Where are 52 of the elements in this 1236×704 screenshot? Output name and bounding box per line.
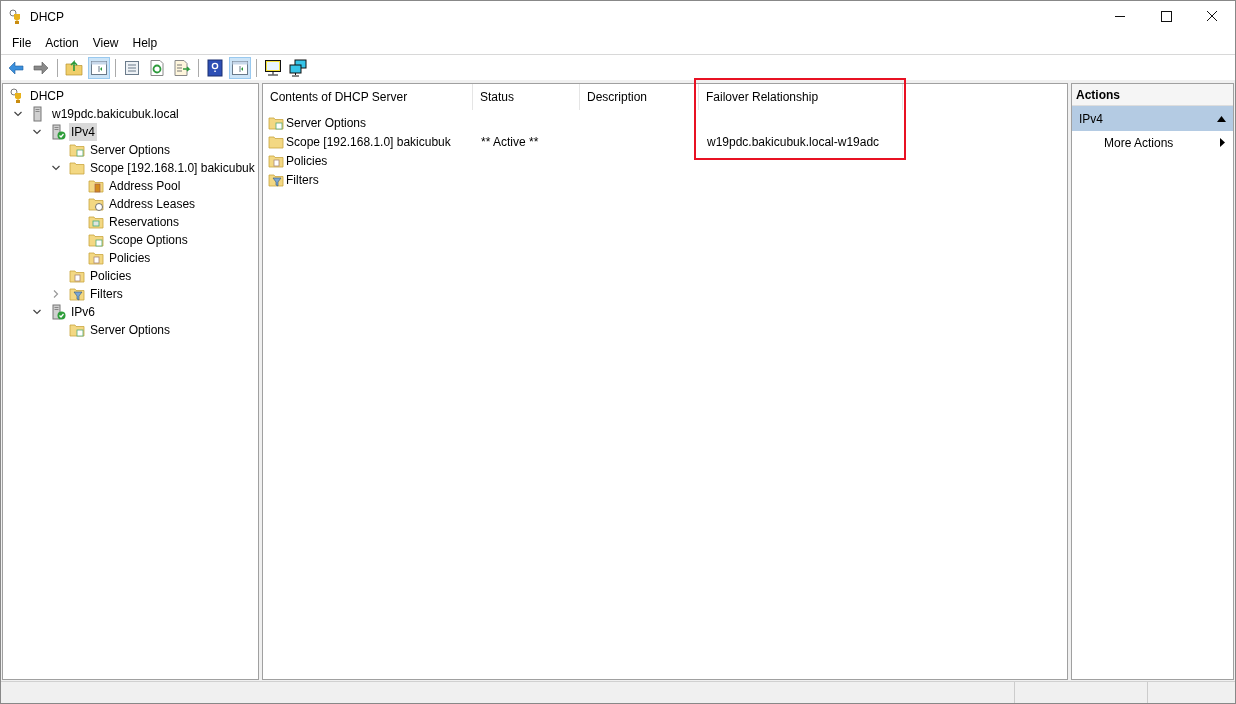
tree-item[interactable]: Address Pool [107,177,183,195]
menu-item[interactable]: Action [38,34,86,52]
list-item[interactable]: Filters [286,170,319,189]
tree-item[interactable]: Scope Options [107,231,190,249]
tree-item[interactable]: Server Options [88,141,173,159]
book-folder-icon [88,178,104,194]
menu-item[interactable]: File [5,34,39,52]
table-cell-text: ** Active ** [481,133,539,151]
tree-item[interactable]: Server Options [88,321,173,339]
clock-folder-icon [88,196,104,212]
action-link[interactable]: More Actions [1104,133,1174,152]
menu-item[interactable]: View [85,34,126,52]
tree-item[interactable]: IPv6 [69,303,97,321]
document-folder-icon [88,214,104,230]
document-folder-icon [88,250,104,266]
document-folder-icon [268,114,284,131]
window-title: DHCP [30,8,64,26]
tree-item[interactable]: DHCP [28,87,66,105]
folder-icon [69,160,85,176]
actions-header: Actions [1072,84,1233,106]
tree-item[interactable]: IPv4 [69,123,97,141]
column-header[interactable]: Status [473,84,580,110]
list-item[interactable]: Scope [192.168.1.0] bakicubuk [286,132,451,151]
document-folder-icon [69,322,85,338]
chevron-right-icon[interactable] [51,289,61,299]
tree-item[interactable]: Address Leases [107,195,198,213]
document-folder-icon [69,268,85,284]
funnel-folder-icon [69,286,85,302]
document-folder-icon [268,152,284,169]
table-cell-text: w19pdc.bakicubuk.local-w19adc [707,133,880,151]
tree-item[interactable]: Filters [88,285,125,303]
server-check-icon [50,124,66,140]
actions-section[interactable]: IPv4 [1072,106,1233,131]
folder-icon [268,133,284,150]
menu-item[interactable]: Help [125,34,165,52]
column-header[interactable]: Description [580,84,699,110]
column-header[interactable]: Contents of DHCP Server [263,84,473,110]
tree-item[interactable]: Scope [192.168.1.0] bakicubuk [88,159,257,177]
tree-item[interactable]: Policies [107,249,153,267]
chevron-down-icon[interactable] [32,307,42,317]
list-item[interactable]: Server Options [286,113,367,132]
document-folder-icon [88,232,104,248]
triangle-right-icon [1220,138,1225,147]
tree-item[interactable]: w19pdc.bakicubuk.local [50,105,181,123]
server-check-icon [50,304,66,320]
document-folder-icon [69,142,85,158]
chevron-down-icon[interactable] [51,163,61,173]
list-item[interactable]: Policies [286,151,328,170]
column-header[interactable]: Failover Relationship [699,84,903,110]
tree-item[interactable]: Policies [88,267,134,285]
tree-item[interactable]: Reservations [107,213,182,231]
funnel-folder-icon [268,171,284,188]
